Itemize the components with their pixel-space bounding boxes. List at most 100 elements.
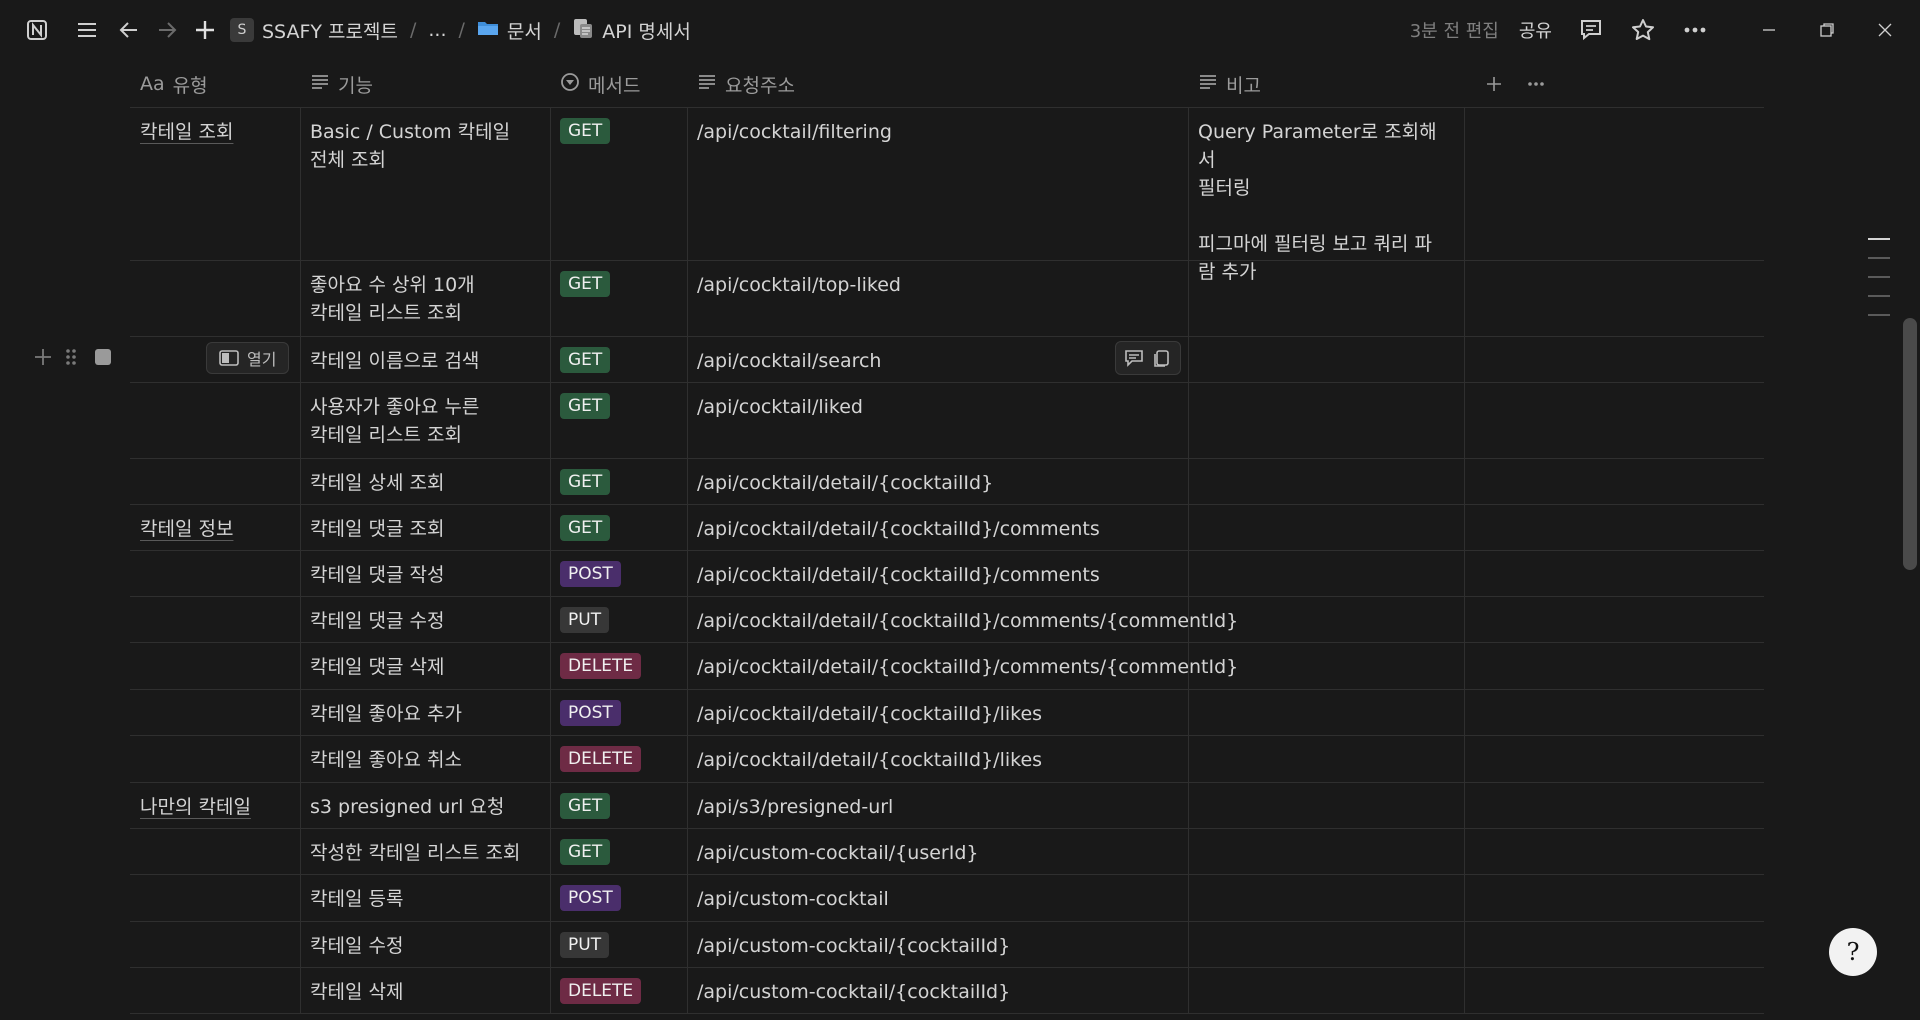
cell-extra[interactable] xyxy=(1464,783,1764,828)
cell-function[interactable]: 칵테일 좋아요 취소 xyxy=(300,736,550,782)
cell-method[interactable]: PUT xyxy=(550,597,687,642)
cell-note[interactable] xyxy=(1188,597,1464,642)
cell-type[interactable] xyxy=(130,968,300,1013)
table-row[interactable]: 칵테일 정보 칵테일 댓글 조회 GET/api/cocktail/detail/{… xyxy=(130,505,1764,551)
cell-type[interactable] xyxy=(130,736,300,782)
table-row[interactable]: 사용자가 좋아요 누른 칵테일 리스트 조회 GET/api/cocktail/li… xyxy=(130,383,1764,459)
method-badge[interactable]: GET xyxy=(560,118,611,144)
cell-method[interactable]: DELETE xyxy=(550,643,687,689)
column-header-note[interactable]: 비고 xyxy=(1188,60,1261,108)
vertical-scrollbar[interactable] xyxy=(1903,318,1917,570)
cell-extra[interactable] xyxy=(1464,690,1764,735)
cell-function[interactable]: 사용자가 좋아요 누른 칵테일 리스트 조회 xyxy=(300,383,550,458)
cell-url[interactable]: /api/custom-cocktail/{cocktailId} xyxy=(687,922,1188,967)
cell-method[interactable]: GET xyxy=(550,261,687,336)
cell-note[interactable] xyxy=(1188,690,1464,735)
comment-icon[interactable] xyxy=(1124,348,1144,368)
method-badge[interactable]: DELETE xyxy=(560,746,642,772)
cell-url[interactable]: /api/cocktail/detail/{cocktailId}/likes xyxy=(687,736,1188,782)
cell-type[interactable] xyxy=(130,690,300,735)
cell-method[interactable]: GET xyxy=(550,459,687,504)
favorite-star-icon[interactable] xyxy=(1628,15,1658,45)
table-row[interactable]: 칵테일 이름으로 검색 GET/api/cocktail/search xyxy=(130,337,1764,383)
add-row-plus-icon[interactable] xyxy=(32,346,54,368)
cell-note[interactable] xyxy=(1188,261,1464,336)
cell-function[interactable]: 칵테일 등록 xyxy=(300,875,550,921)
cell-url[interactable]: /api/cocktail/detail/{cocktailId}/commen… xyxy=(687,505,1188,550)
cell-type[interactable] xyxy=(130,459,300,504)
cell-note[interactable] xyxy=(1188,875,1464,921)
share-button[interactable]: 공유 xyxy=(1519,17,1552,43)
method-badge[interactable]: GET xyxy=(560,469,611,495)
property-options-icon[interactable] xyxy=(1516,60,1546,108)
cell-url[interactable]: /api/cocktail/search xyxy=(687,337,1188,382)
breadcrumb-ellipsis[interactable]: ... xyxy=(428,19,446,41)
add-property-plus-icon[interactable] xyxy=(1475,60,1503,108)
method-badge[interactable]: GET xyxy=(560,793,611,819)
method-badge[interactable]: GET xyxy=(560,515,611,541)
table-row[interactable]: 칵테일 댓글 삭제 DELETE/api/cocktail/detail/{coc… xyxy=(130,643,1764,690)
cell-method[interactable]: DELETE xyxy=(550,736,687,782)
help-button[interactable]: ? xyxy=(1829,928,1877,976)
cell-type[interactable] xyxy=(130,922,300,967)
cell-note[interactable] xyxy=(1188,505,1464,550)
cell-extra[interactable] xyxy=(1464,108,1764,260)
cell-method[interactable]: DELETE xyxy=(550,968,687,1013)
cell-type[interactable]: 칵테일 조회 xyxy=(130,108,300,260)
window-close-icon[interactable] xyxy=(1856,0,1914,60)
cell-method[interactable]: POST xyxy=(550,690,687,735)
cell-extra[interactable] xyxy=(1464,551,1764,596)
cell-function[interactable]: Basic / Custom 칵테일 전체 조회 xyxy=(300,108,550,260)
drag-handle-icon[interactable] xyxy=(64,346,78,368)
cell-extra[interactable] xyxy=(1464,875,1764,921)
type-label[interactable]: 칵테일 정보 xyxy=(140,518,233,540)
cell-function[interactable]: 칵테일 댓글 수정 xyxy=(300,597,550,642)
column-header-function[interactable]: 기능 xyxy=(300,60,373,108)
cell-url[interactable]: /api/custom-cocktail/{cocktailId} xyxy=(687,968,1188,1013)
breadcrumb-folder[interactable]: 문서 xyxy=(477,17,542,44)
cell-function[interactable]: 작성한 칵테일 리스트 조회 xyxy=(300,829,550,874)
cell-url[interactable]: /api/cocktail/detail/{cocktailId} xyxy=(687,459,1188,504)
table-row[interactable]: 칵테일 상세 조회 GET/api/cocktail/detail/{cockta… xyxy=(130,459,1764,505)
cell-url[interactable]: /api/cocktail/detail/{cocktailId}/likes xyxy=(687,690,1188,735)
cell-note[interactable] xyxy=(1188,383,1464,458)
column-header-url[interactable]: 요청주소 xyxy=(687,60,795,108)
cell-function[interactable]: 칵테일 댓글 조회 xyxy=(300,505,550,550)
table-row[interactable]: 칵테일 삭제 DELETE/api/custom-cocktail/{cockta… xyxy=(130,968,1764,1014)
cell-url[interactable]: /api/cocktail/detail/{cocktailId}/commen… xyxy=(687,597,1238,642)
cell-url[interactable]: /api/s3/presigned-url xyxy=(687,783,1188,828)
column-header-type[interactable]: Aa 유형 xyxy=(130,60,208,108)
copy-icon[interactable] xyxy=(1152,348,1172,368)
cell-note[interactable] xyxy=(1188,922,1464,967)
cell-method[interactable]: GET xyxy=(550,383,687,458)
menu-icon[interactable] xyxy=(72,15,102,45)
cell-function[interactable]: 칵테일 댓글 작성 xyxy=(300,551,550,596)
cell-function[interactable]: s3 presigned url 요청 xyxy=(300,783,550,828)
cell-note[interactable] xyxy=(1188,829,1464,874)
column-header-method[interactable]: 메서드 xyxy=(550,60,640,108)
cell-note[interactable] xyxy=(1188,783,1464,828)
cell-extra[interactable] xyxy=(1464,383,1764,458)
method-badge[interactable]: GET xyxy=(560,347,611,373)
cell-note[interactable] xyxy=(1188,459,1464,504)
method-badge[interactable]: DELETE xyxy=(560,978,642,1004)
method-badge[interactable]: GET xyxy=(560,393,611,419)
cell-extra[interactable] xyxy=(1464,968,1764,1013)
back-arrow-icon[interactable] xyxy=(114,15,144,45)
breadcrumb-page[interactable]: API 명세서 xyxy=(572,17,691,44)
new-page-plus-icon[interactable] xyxy=(190,15,220,45)
cell-extra[interactable] xyxy=(1464,459,1764,504)
cell-extra[interactable] xyxy=(1464,736,1764,782)
cell-url[interactable]: /api/custom-cocktail/{userId} xyxy=(687,829,1188,874)
cell-function[interactable]: 칵테일 삭제 xyxy=(300,968,550,1013)
breadcrumb-workspace[interactable]: S SSAFY 프로젝트 xyxy=(230,17,398,44)
cell-function[interactable]: 좋아요 수 상위 10개 칵테일 리스트 조회 xyxy=(300,261,550,336)
cell-url[interactable]: /api/cocktail/liked xyxy=(687,383,1188,458)
method-badge[interactable]: GET xyxy=(560,839,611,865)
cell-type[interactable] xyxy=(130,597,300,642)
cell-type[interactable] xyxy=(130,551,300,596)
cell-method[interactable]: GET xyxy=(550,337,687,382)
window-restore-icon[interactable] xyxy=(1798,0,1856,60)
cell-method[interactable]: POST xyxy=(550,875,687,921)
table-row[interactable]: 칵테일 좋아요 추가 POST/api/cocktail/detail/{cock… xyxy=(130,690,1764,736)
